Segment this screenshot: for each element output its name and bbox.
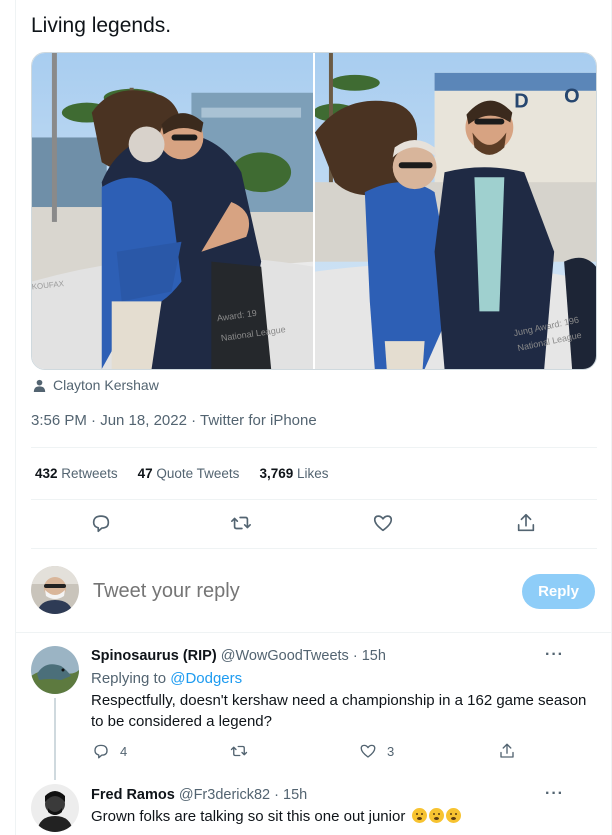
tweet-text: Living legends. xyxy=(31,14,172,37)
reply-author-name[interactable]: Spinosaurus (RIP) xyxy=(91,648,217,664)
divider xyxy=(31,499,597,500)
more-options-icon[interactable]: ··· xyxy=(545,646,564,664)
reply-header: Spinosaurus (RIP) @WowGoodTweets · 15h xyxy=(91,648,386,664)
share-icon xyxy=(500,743,514,758)
reply-like-button[interactable]: 3 xyxy=(359,742,394,760)
retweets-stat[interactable]: 432 Retweets xyxy=(35,466,118,481)
reply-button[interactable]: Reply xyxy=(522,574,595,609)
tweet-timestamp[interactable]: 3:56 PM · Jun 18, 2022 · Twitter for iPh… xyxy=(31,412,317,429)
retweet-icon xyxy=(231,516,251,530)
retweets-count: 432 xyxy=(35,466,58,481)
likes-label: Likes xyxy=(297,466,329,481)
reply-author-handle[interactable]: @WowGoodTweets · 15h xyxy=(221,648,386,664)
reply-icon xyxy=(94,744,108,759)
hushed-face-emoji xyxy=(445,808,461,823)
replying-to-link[interactable]: @Dodgers xyxy=(170,670,242,687)
person-icon xyxy=(33,379,46,392)
reply-composer: Reply xyxy=(31,566,597,618)
tagged-user[interactable]: Clayton Kershaw xyxy=(33,377,159,393)
replying-to-label: Replying to xyxy=(91,670,167,687)
reply-text-container: Grown folks are talking so sit this one … xyxy=(91,806,591,827)
reply-author-name[interactable]: Fred Ramos xyxy=(91,787,175,803)
reply-author-avatar[interactable] xyxy=(31,784,79,832)
reply-icon xyxy=(92,515,110,533)
reply-author-handle[interactable]: @Fr3derick82 · 15h xyxy=(179,787,307,803)
hushed-face-emoji xyxy=(428,808,444,823)
photo-hug[interactable]: Award: 19 National League KOUFAX xyxy=(32,53,313,369)
reply-text: Grown folks are talking so sit this one … xyxy=(91,808,406,825)
reply-share-button[interactable] xyxy=(498,742,516,760)
quotes-count: 47 xyxy=(137,466,153,481)
share-action-button[interactable] xyxy=(515,512,539,536)
reply-text: Respectfully, doesn't kershaw need a cha… xyxy=(91,692,587,730)
quotes-label: Quote Tweets xyxy=(156,466,240,481)
reply-input[interactable] xyxy=(93,580,493,603)
reply-reply-button[interactable]: 4 xyxy=(92,742,127,760)
heart-icon xyxy=(373,515,393,532)
tweet-stats: 432 Retweets 47 Quote Tweets 3,769 Likes xyxy=(35,466,329,481)
current-user-avatar[interactable] xyxy=(31,566,79,614)
like-action-button[interactable] xyxy=(372,512,396,536)
reply-author-avatar[interactable] xyxy=(31,646,79,694)
reply-count: 4 xyxy=(120,743,128,759)
tagged-user-name: Clayton Kershaw xyxy=(53,377,159,393)
retweet-action-button[interactable] xyxy=(230,512,254,536)
replying-to: Replying to @Dodgers xyxy=(91,670,242,687)
divider xyxy=(31,447,597,448)
photo-pose[interactable]: D O Jung Award: 196 National League xyxy=(315,53,596,369)
svg-text:O: O xyxy=(564,86,580,108)
like-count: 3 xyxy=(387,743,395,759)
photo-grid: Award: 19 National League KOUFAX D O Jun… xyxy=(31,52,597,370)
heart-icon xyxy=(360,744,376,758)
divider xyxy=(31,548,597,549)
divider xyxy=(15,632,612,633)
retweets-label: Retweets xyxy=(61,466,118,481)
likes-stat[interactable]: 3,769 Likes xyxy=(259,466,328,481)
reply-action-button[interactable] xyxy=(90,512,114,536)
quote-tweets-stat[interactable]: 47 Quote Tweets xyxy=(138,466,240,481)
stadium-sign: D xyxy=(514,91,528,113)
tweet-actions xyxy=(31,512,597,536)
more-options-icon[interactable]: ··· xyxy=(545,785,564,803)
reply-header: Fred Ramos @Fr3derick82 · 15h xyxy=(91,787,307,803)
share-icon xyxy=(517,513,535,532)
hushed-face-emoji xyxy=(411,808,427,823)
retweet-icon xyxy=(230,745,248,757)
likes-count: 3,769 xyxy=(259,466,294,481)
reply-retweet-button[interactable] xyxy=(230,742,248,760)
thread-line xyxy=(54,698,56,780)
